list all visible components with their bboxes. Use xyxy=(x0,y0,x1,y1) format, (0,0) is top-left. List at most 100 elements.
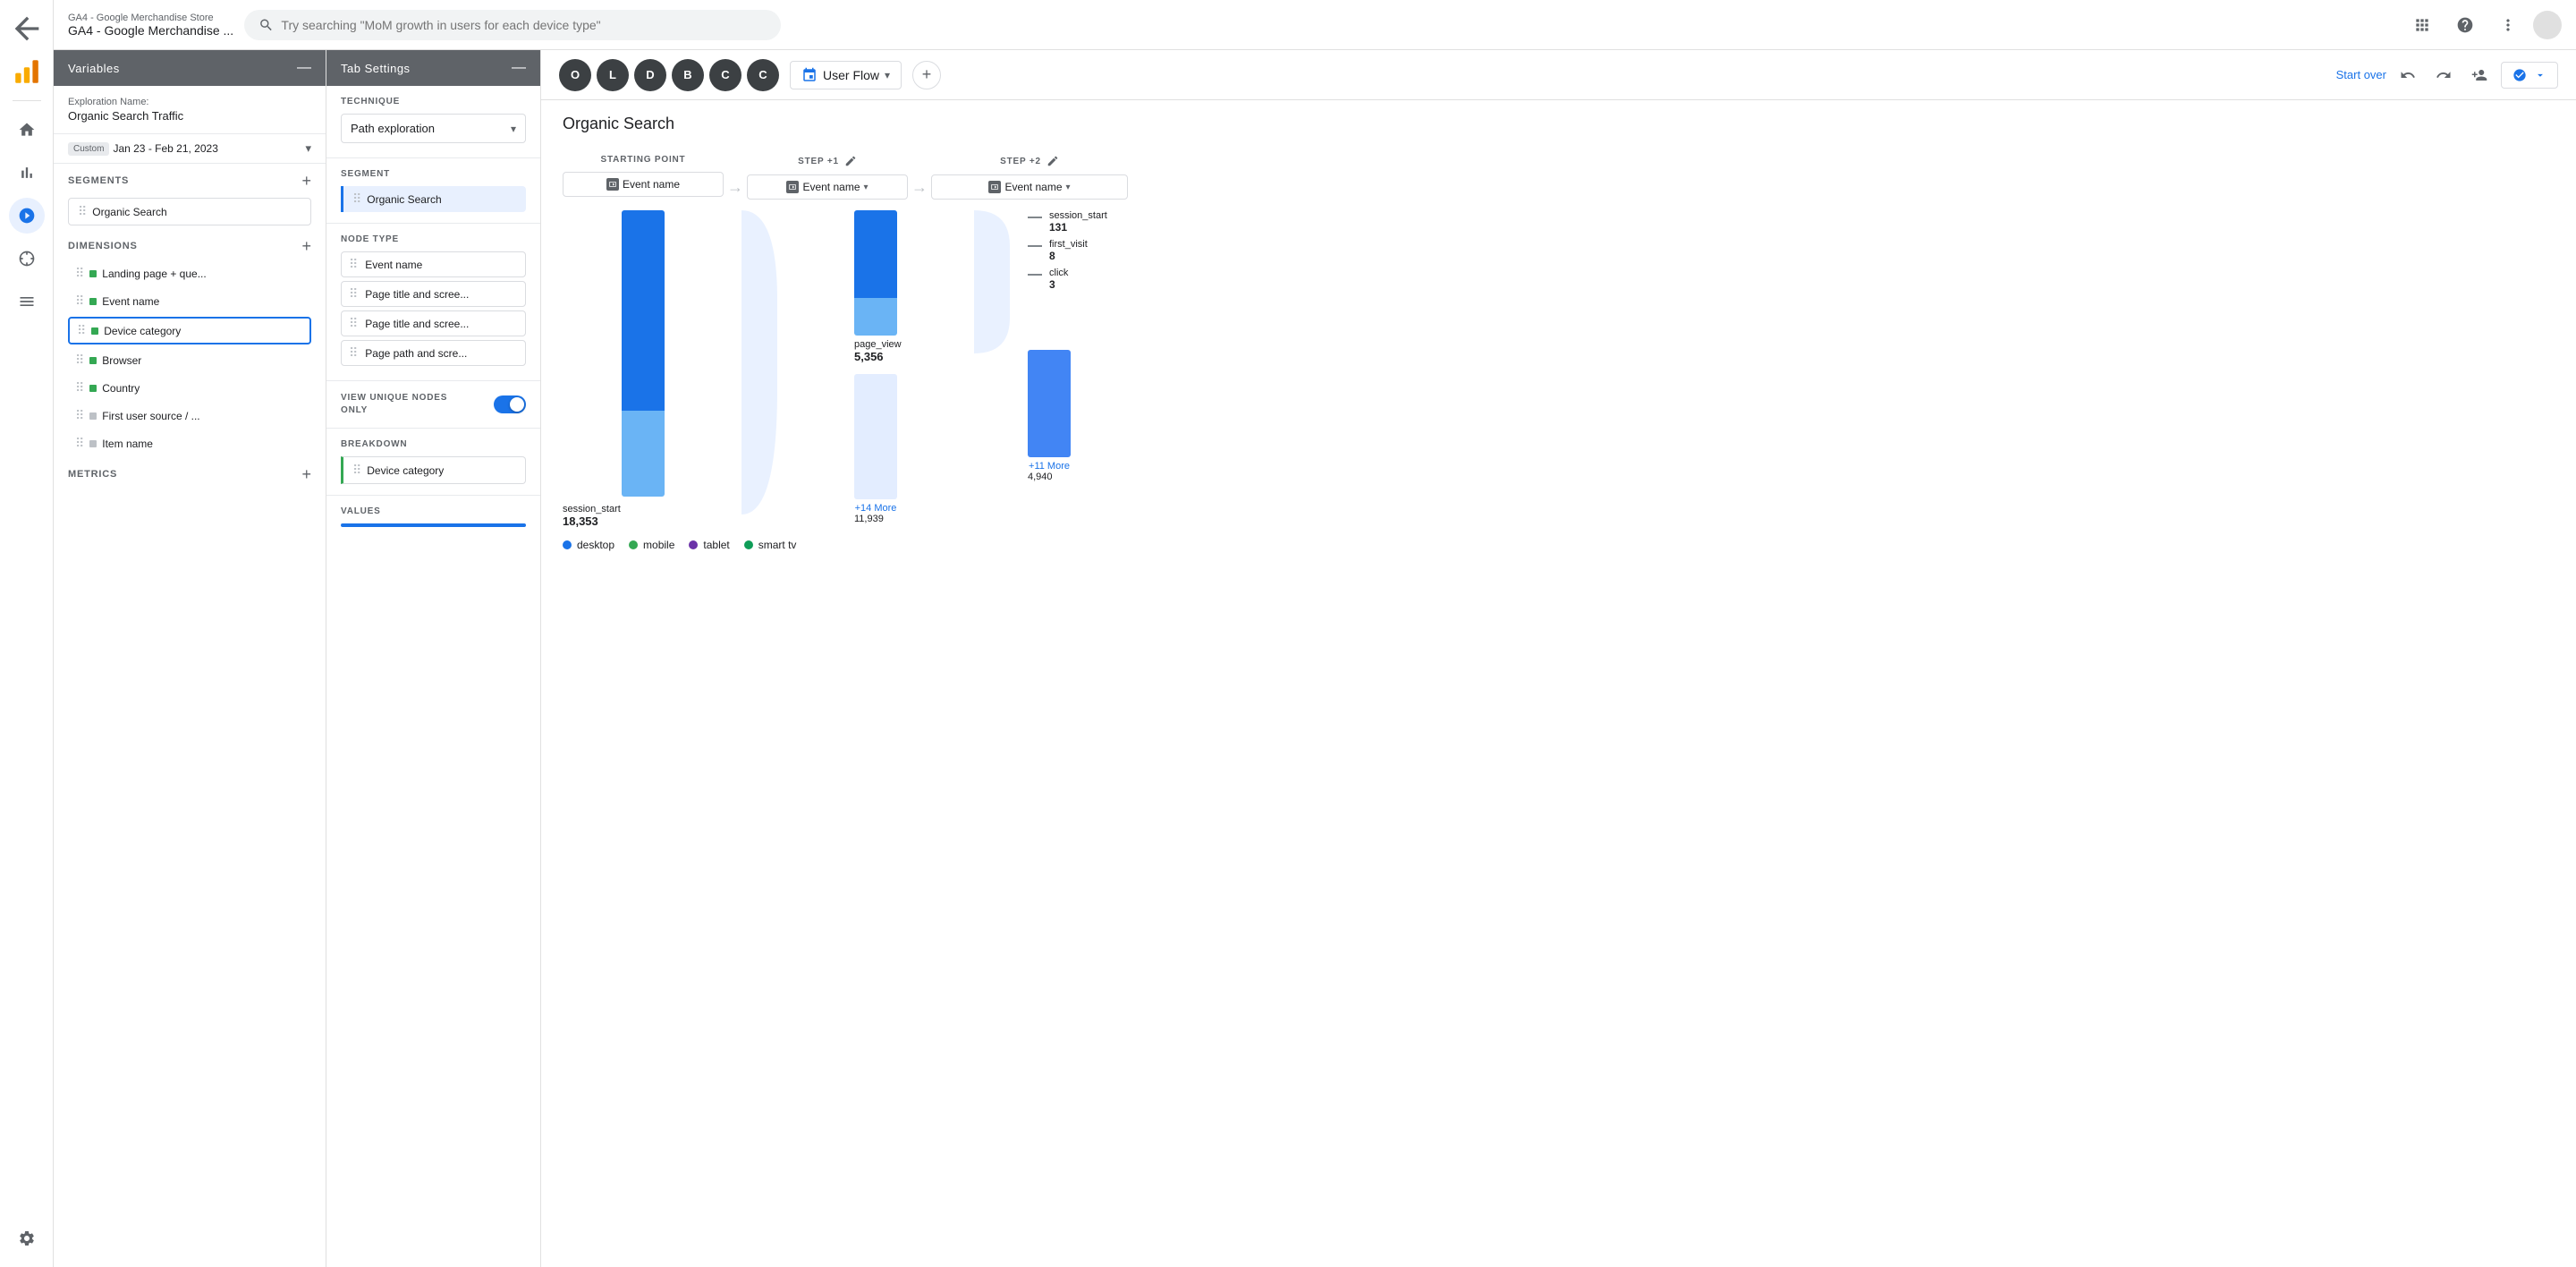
bar-col2-top-label: page_view 5,356 xyxy=(854,339,897,363)
node-item-1[interactable]: ⠿ Page title and scree... xyxy=(341,281,526,307)
dim-dot xyxy=(89,412,97,420)
nav-reports-icon[interactable] xyxy=(9,155,45,191)
add-tab-button[interactable]: + xyxy=(912,61,941,89)
help-button[interactable] xyxy=(2447,7,2483,43)
legend-label-mobile: mobile xyxy=(643,539,674,551)
undo-button[interactable] xyxy=(2394,61,2422,89)
user-circle-b[interactable]: B xyxy=(672,59,704,91)
search-icon xyxy=(258,17,274,33)
user-circle-d[interactable]: D xyxy=(634,59,666,91)
dimension-item-name[interactable]: ⠿ Item name xyxy=(68,431,311,455)
more-button[interactable] xyxy=(2490,7,2526,43)
dimension-browser[interactable]: ⠿ Browser xyxy=(68,348,311,372)
node-type-section: NODE TYPE ⠿ Event name ⠿ Page title and … xyxy=(326,224,540,381)
view-unique-nodes-toggle[interactable] xyxy=(494,395,526,413)
dim-label: Device category xyxy=(104,325,302,337)
starting-point-label: STARTING POINT xyxy=(563,155,724,165)
col3-label-0: session_start 131 xyxy=(1049,210,1107,234)
segment-setting-chip[interactable]: ⠿ Organic Search xyxy=(341,186,526,212)
analytics-logo xyxy=(9,54,45,89)
connector-svg xyxy=(741,210,777,514)
starting-point-header: STARTING POINT Event name xyxy=(563,155,724,197)
edit-icon-2[interactable] xyxy=(1046,155,1059,167)
date-chevron-icon[interactable]: ▾ xyxy=(305,141,311,156)
add-metric-button[interactable]: + xyxy=(301,466,311,482)
event-icon xyxy=(988,181,1001,193)
dimension-device-category[interactable]: ⠿ Device category xyxy=(68,317,311,344)
flow-selector[interactable]: User Flow ▾ xyxy=(790,61,902,89)
starting-point-selector[interactable]: Event name xyxy=(563,172,724,197)
step1-selector[interactable]: Event name ▾ xyxy=(747,174,908,200)
node-item-2[interactable]: ⠿ Page title and scree... xyxy=(341,310,526,336)
tab-settings-panel: Tab Settings — TECHNIQUE Path exploratio… xyxy=(326,50,541,1267)
col3-more-value: 4,940 xyxy=(1028,472,1071,482)
search-input[interactable] xyxy=(281,18,767,32)
col3-more-link[interactable]: +11 More xyxy=(1028,461,1071,472)
col3-val-2: 3 xyxy=(1049,278,1068,291)
dim-dot xyxy=(89,270,97,277)
dimension-first-user-source[interactable]: ⠿ First user source / ... xyxy=(68,404,311,428)
segment-chip[interactable]: ⠿ Organic Search xyxy=(68,198,311,225)
add-segment-button[interactable]: + xyxy=(301,173,311,189)
variables-panel-header: Variables — xyxy=(54,50,326,86)
edit-icon[interactable] xyxy=(844,155,857,167)
drag-icon: ⠿ xyxy=(75,266,84,281)
variables-minimize-button[interactable]: — xyxy=(297,61,311,75)
search-bar[interactable] xyxy=(244,10,781,40)
step2-selector[interactable]: Event name ▾ xyxy=(931,174,1128,200)
back-button[interactable] xyxy=(9,11,45,47)
node-item-0[interactable]: ⠿ Event name xyxy=(341,251,526,277)
bar-col2-more-label: +14 More 11,939 xyxy=(854,503,897,524)
visualization-panel: O L D B C C User Flow ▾ + Start ov xyxy=(541,50,2576,1267)
dimension-landing-page[interactable]: ⠿ Landing page + que... xyxy=(68,261,311,285)
technique-dropdown-icon: ▾ xyxy=(511,123,516,135)
date-range-row[interactable]: Custom Jan 23 - Feb 21, 2023 ▾ xyxy=(54,134,326,164)
dimension-event-name[interactable]: ⠿ Event name xyxy=(68,289,311,313)
dim-label: Country xyxy=(102,382,304,395)
drag-icon: ⠿ xyxy=(77,323,86,338)
apps-button[interactable] xyxy=(2404,7,2440,43)
breakdown-chip[interactable]: ⠿ Device category xyxy=(341,456,526,484)
nav-explore-icon[interactable] xyxy=(9,198,45,234)
drag-icon: ⠿ xyxy=(75,380,84,395)
col3-more: +11 More 4,940 xyxy=(1028,350,1071,482)
event-icon xyxy=(786,181,799,193)
nav-configure-icon[interactable] xyxy=(9,284,45,319)
col3-val-0: 131 xyxy=(1049,221,1107,234)
col1-value: 18,353 xyxy=(563,514,724,528)
save-button[interactable] xyxy=(2501,62,2558,89)
technique-select[interactable]: Path exploration ▾ xyxy=(341,114,526,143)
add-dimension-button[interactable]: + xyxy=(301,238,311,254)
dimension-country[interactable]: ⠿ Country xyxy=(68,376,311,400)
funnel-connector xyxy=(741,210,777,514)
step2-chevron-icon: ▾ xyxy=(1066,183,1071,192)
segment-chip-label: Organic Search xyxy=(92,206,166,218)
col3-item-0: session_start 131 xyxy=(1028,210,1107,234)
start-over-button[interactable]: Start over xyxy=(2336,68,2386,81)
add-user-button[interactable] xyxy=(2465,61,2494,89)
user-circle-l[interactable]: L xyxy=(597,59,629,91)
nav-advertising-icon[interactable] xyxy=(9,241,45,276)
user-circle-c1[interactable]: C xyxy=(709,59,741,91)
col2-more-link[interactable]: +14 More xyxy=(854,503,897,514)
legend-label-tablet: tablet xyxy=(703,539,729,551)
technique-value: Path exploration xyxy=(351,122,435,135)
avatar[interactable] xyxy=(2533,11,2562,39)
variables-panel-title: Variables xyxy=(68,62,120,75)
dim-label: Landing page + que... xyxy=(102,268,304,280)
redo-button[interactable] xyxy=(2429,61,2458,89)
col3-more-bar xyxy=(1028,350,1071,457)
tab-settings-minimize-button[interactable]: — xyxy=(512,61,526,75)
drag-icon: ⠿ xyxy=(75,408,84,423)
connector-svg-2 xyxy=(974,210,1010,353)
technique-section: TECHNIQUE Path exploration ▾ xyxy=(326,86,540,158)
nav-settings-icon[interactable] xyxy=(9,1220,45,1256)
tab-settings-title: Tab Settings xyxy=(341,62,411,75)
user-circle-o[interactable]: O xyxy=(559,59,591,91)
node-item-3[interactable]: ⠿ Page path and scre... xyxy=(341,340,526,366)
user-circle-c2[interactable]: C xyxy=(747,59,779,91)
col3-name-0: session_start xyxy=(1049,210,1107,221)
nav-home-icon[interactable] xyxy=(9,112,45,148)
legend-desktop: desktop xyxy=(563,539,614,551)
flow-col-headers: STARTING POINT Event name → ST xyxy=(563,155,2555,200)
